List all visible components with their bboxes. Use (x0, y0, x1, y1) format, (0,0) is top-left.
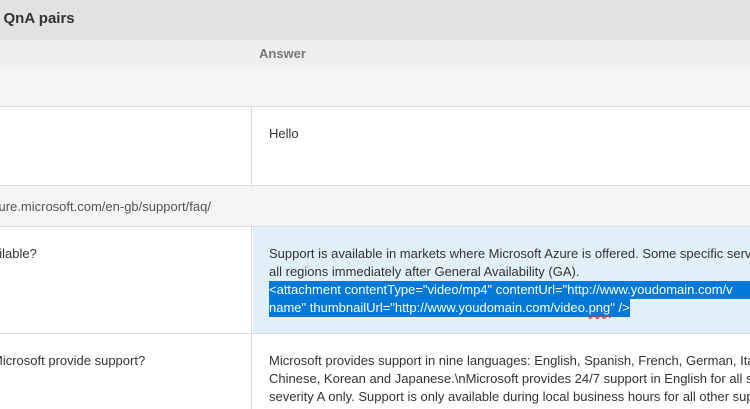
answer-cell[interactable]: Hello (253, 107, 750, 185)
selected-text: name" thumbnailUrl="http://www.youdomain… (269, 299, 630, 317)
answer-line: all regions immediately after General Av… (269, 264, 580, 279)
empty-band-row (0, 67, 750, 107)
answer-text[interactable]: Support is available in markets where Mi… (269, 245, 750, 317)
answer-column-header[interactable]: Answer (259, 46, 306, 61)
qna-editor-page: 0 QnA pairs Answer Hello zure.microsoft.… (0, 0, 750, 409)
answer-line: Hello (269, 126, 299, 141)
selected-text-part: " /> (610, 300, 630, 315)
answer-line: Support is available in markets where Mi… (269, 246, 750, 261)
answer-cell-editing[interactable]: Support is available in markets where Mi… (253, 227, 750, 333)
table-row[interactable]: Hello (0, 107, 750, 186)
answer-line: Microsoft provides support in nine langu… (269, 353, 750, 368)
table-header: Answer (0, 40, 750, 67)
question-text: ailable? (0, 246, 37, 261)
answer-line: severity A only. Support is only availab… (269, 389, 750, 404)
spellcheck-word: png (588, 300, 611, 315)
table-row-selected[interactable]: ailable? Support is available in markets… (0, 227, 750, 334)
answer-text: Hello (269, 125, 750, 143)
answer-cell[interactable]: Microsoft provides support in nine langu… (253, 334, 750, 409)
selected-line: name" thumbnailUrl="http://www.youdomain… (269, 299, 750, 317)
selected-text: <attachment contentType="video/mp4" cont… (269, 281, 750, 299)
source-url: zure.microsoft.com/en-gb/support/faq/ (0, 199, 211, 214)
title-bar: 0 QnA pairs (0, 0, 750, 40)
answer-text: Microsoft provides support in nine langu… (269, 352, 750, 406)
question-cell[interactable]: Microsoft provide support? (0, 334, 252, 409)
question-cell[interactable] (0, 107, 252, 185)
selected-line: <attachment contentType="video/mp4" cont… (269, 281, 750, 299)
question-cell[interactable]: ailable? (0, 227, 252, 333)
table-row[interactable]: Microsoft provide support? Microsoft pro… (0, 334, 750, 409)
selected-text-part: name" thumbnailUrl="http://www.youdomain… (269, 300, 589, 315)
page-title: 0 QnA pairs (0, 10, 75, 27)
answer-line: Chinese, Korean and Japanese.\nMicrosoft… (269, 371, 750, 386)
source-band: zure.microsoft.com/en-gb/support/faq/ (0, 186, 750, 227)
question-text: Microsoft provide support? (0, 353, 146, 368)
